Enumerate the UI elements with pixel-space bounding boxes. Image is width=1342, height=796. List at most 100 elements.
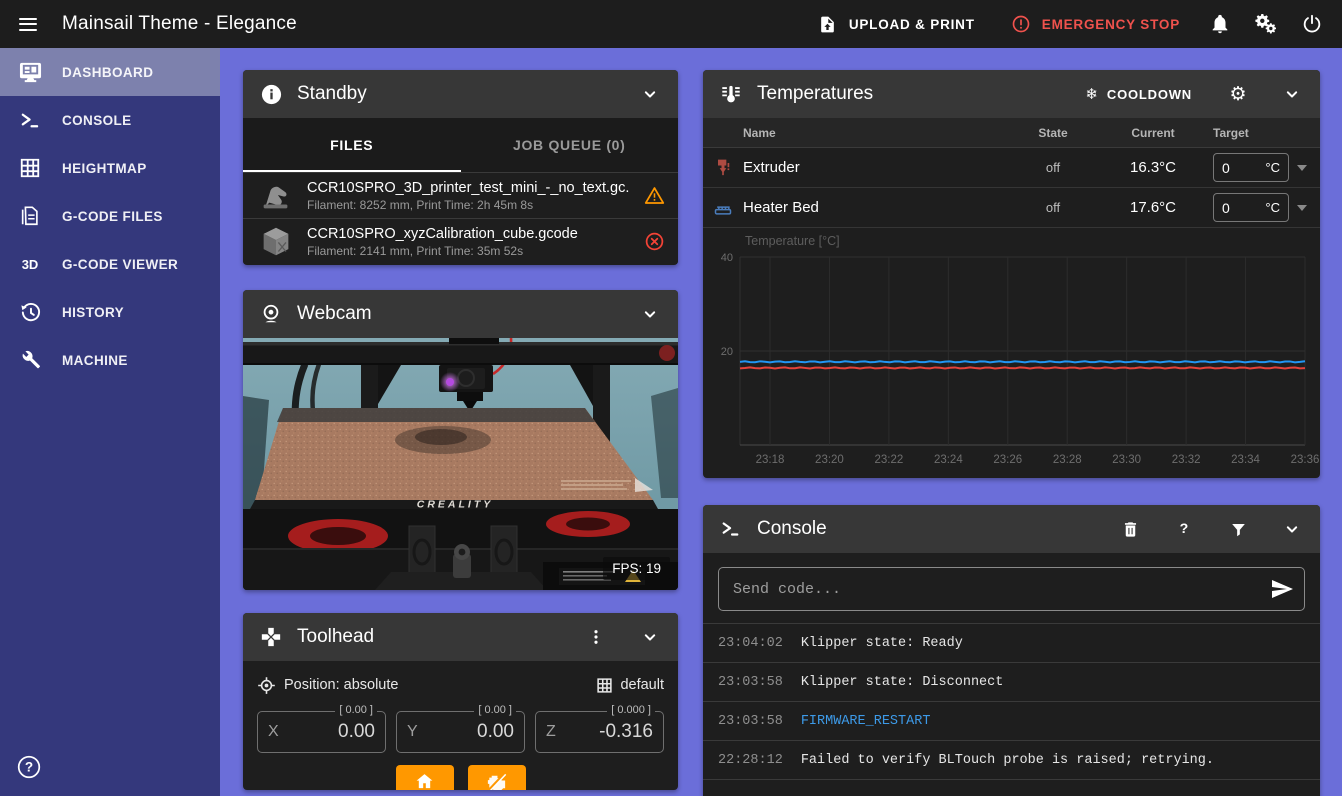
alert-circle-icon	[1009, 12, 1033, 36]
grid-icon	[18, 156, 42, 180]
toolhead-title: Toolhead	[297, 626, 375, 647]
upload-and-print-button[interactable]: UPLOAD & PRINT	[802, 6, 989, 42]
notifications-bell-icon[interactable]	[1200, 4, 1240, 44]
collapse-panel-button[interactable]	[1272, 509, 1312, 549]
webcam-panel: Webcam CREALITY FPS: 19	[243, 290, 678, 590]
sidebar-item-dashboard[interactable]: DASHBOARD	[0, 48, 220, 96]
home-all-button[interactable]	[395, 765, 454, 790]
sidebar-item-console[interactable]: CONSOLE	[0, 96, 220, 144]
svg-text:Temperature [°C]: Temperature [°C]	[745, 234, 840, 248]
profile-label: default	[620, 677, 664, 693]
sidebar-item-history[interactable]: HISTORY	[0, 288, 220, 336]
crosshairs-gps-icon	[257, 676, 276, 695]
sidebar: DASHBOARD CONSOLE HEIGHTMAP G-CODE FILES…	[0, 48, 220, 796]
extruder-target-value[interactable]	[1222, 159, 1252, 176]
console-icon	[18, 108, 42, 132]
console-log-entry: 23:04:02 Klipper state: Ready	[703, 623, 1320, 662]
webcam-title: Webcam	[297, 303, 372, 324]
heater-state: off	[1045, 200, 1061, 215]
warning-icon	[642, 185, 666, 206]
dots-vertical-menu-icon[interactable]	[576, 617, 616, 657]
gcode-file-row[interactable]: CCR10SPRO_3D_printer_test_mini_-_no_text…	[243, 172, 678, 218]
topbar: Mainsail Theme - Elegance UPLOAD & PRINT…	[0, 0, 1342, 48]
sidebar-item-label: CONSOLE	[62, 112, 132, 128]
sidebar-item-heightmap[interactable]: HEIGHTMAP	[0, 144, 220, 192]
axis-z-input[interactable]: Z -0.316 [ 0.000 ]	[535, 704, 664, 753]
page-title: Mainsail Theme - Elegance	[62, 13, 297, 34]
axis-y-offset-label: [ 0.00 ]	[474, 704, 516, 716]
temperature-table-header: Name State Current Target	[703, 118, 1320, 148]
svg-text:23:18: 23:18	[756, 454, 785, 466]
settings-cogs-icon[interactable]	[1246, 4, 1286, 44]
tab-job-queue[interactable]: JOB QUEUE (0)	[461, 118, 679, 172]
dashboard-icon	[18, 60, 42, 84]
motors-off-button[interactable]	[467, 765, 526, 790]
sidebar-item-label: HEIGHTMAP	[62, 160, 147, 176]
collapse-panel-button[interactable]	[630, 74, 670, 114]
svg-text:23:32: 23:32	[1172, 454, 1201, 466]
sidebar-item-label: G-CODE VIEWER	[62, 256, 179, 272]
help-icon[interactable]: ?	[14, 752, 44, 782]
webcam-panel-header: Webcam	[243, 290, 678, 338]
extruder-target-input[interactable]: °C	[1213, 153, 1289, 182]
info-icon	[259, 82, 283, 106]
topbar-actions: UPLOAD & PRINT EMERGENCY STOP	[802, 4, 1342, 44]
console-log-entry	[703, 779, 1320, 796]
console-panel: Console ? Send code... 23:04:02 Klipper …	[703, 505, 1320, 796]
axis-x-input[interactable]: X 0.00 [ 0.00 ]	[257, 704, 386, 753]
speed-profile-select[interactable]: default	[596, 677, 664, 694]
heater-row-bed[interactable]: Heater Bed off 17.6°C °C	[703, 188, 1320, 228]
wrench-icon	[18, 348, 42, 372]
cooldown-button[interactable]: ❄ COOLDOWN	[1074, 76, 1205, 112]
temperatures-title: Temperatures	[757, 83, 874, 104]
gcode-file-details: Filament: 2141 mm, Print Time: 35m 52s	[307, 243, 524, 258]
collapse-panel-button[interactable]	[1272, 74, 1312, 114]
console-help-icon[interactable]: ?	[1164, 509, 1204, 549]
snowflake-icon: ❄	[1085, 85, 1099, 103]
gcode-file-details: Filament: 8252 mm, Print Time: 2h 45m 8s	[307, 197, 534, 212]
sidebar-item-gcode-viewer[interactable]: 3D G-CODE VIEWER	[0, 240, 220, 288]
bed-target-dropdown-icon[interactable]	[1297, 204, 1307, 211]
webcam-icon	[259, 302, 283, 326]
send-icon[interactable]	[1260, 568, 1304, 610]
temperature-settings-gear-icon[interactable]: ⚙	[1218, 74, 1258, 114]
emergency-stop-button[interactable]: EMERGENCY STOP	[995, 6, 1194, 42]
gcode-file-row[interactable]: CCR10SPRO_xyzCalibration_cube.gcode Fila…	[243, 218, 678, 264]
svg-text:3D: 3D	[22, 257, 39, 272]
bed-target-value[interactable]	[1222, 199, 1252, 216]
printer-state-title: Standby	[297, 83, 367, 104]
sidebar-item-machine[interactable]: MACHINE	[0, 336, 220, 384]
error-icon	[642, 231, 666, 252]
gcode-file-thumbnail	[257, 223, 295, 261]
heater-row-extruder[interactable]: Extruder off 16.3°C °C	[703, 148, 1320, 188]
menu-icon[interactable]	[4, 0, 52, 48]
tab-files[interactable]: FILES	[243, 118, 461, 172]
webcam-stream: CREALITY FPS: 19	[243, 338, 678, 590]
heater-name: Heater Bed	[743, 199, 819, 216]
bed-target-input[interactable]: °C	[1213, 193, 1289, 222]
extruder-target-dropdown-icon[interactable]	[1297, 164, 1307, 171]
console-log-entry: 22:28:12 Failed to verify BLTouch probe …	[703, 740, 1320, 779]
heater-name: Extruder	[743, 159, 800, 176]
gcode-file-name: CCR10SPRO_xyzCalibration_cube.gcode	[307, 225, 578, 242]
send-code-field[interactable]	[718, 567, 1305, 611]
gamepad-icon	[259, 625, 283, 649]
temperature-chart[interactable]: 40 20 23:18 23:20 23:22 23:24 23:26 23:28 23:30 2…	[703, 228, 1320, 478]
grid-small-icon	[596, 677, 613, 694]
temperatures-panel-header: Temperatures ❄ COOLDOWN ⚙	[703, 70, 1320, 118]
clear-console-trash-icon[interactable]	[1110, 509, 1150, 549]
3d-icon: 3D	[18, 252, 42, 276]
collapse-panel-button[interactable]	[630, 617, 670, 657]
history-icon	[18, 300, 42, 324]
svg-text:23:26: 23:26	[993, 454, 1022, 466]
svg-text:23:20: 23:20	[815, 454, 844, 466]
console-filter-icon[interactable]	[1218, 509, 1258, 549]
power-icon[interactable]	[1292, 4, 1332, 44]
sidebar-item-gcode-files[interactable]: G-CODE FILES	[0, 192, 220, 240]
send-code-input[interactable]	[719, 568, 1260, 610]
collapse-panel-button[interactable]	[630, 294, 670, 334]
heater-bed-icon	[703, 198, 743, 218]
standby-tabs: FILES JOB QUEUE (0)	[243, 118, 678, 172]
axis-y-input[interactable]: Y 0.00 [ 0.00 ]	[396, 704, 525, 753]
toolhead-panel-header: Toolhead	[243, 613, 678, 661]
